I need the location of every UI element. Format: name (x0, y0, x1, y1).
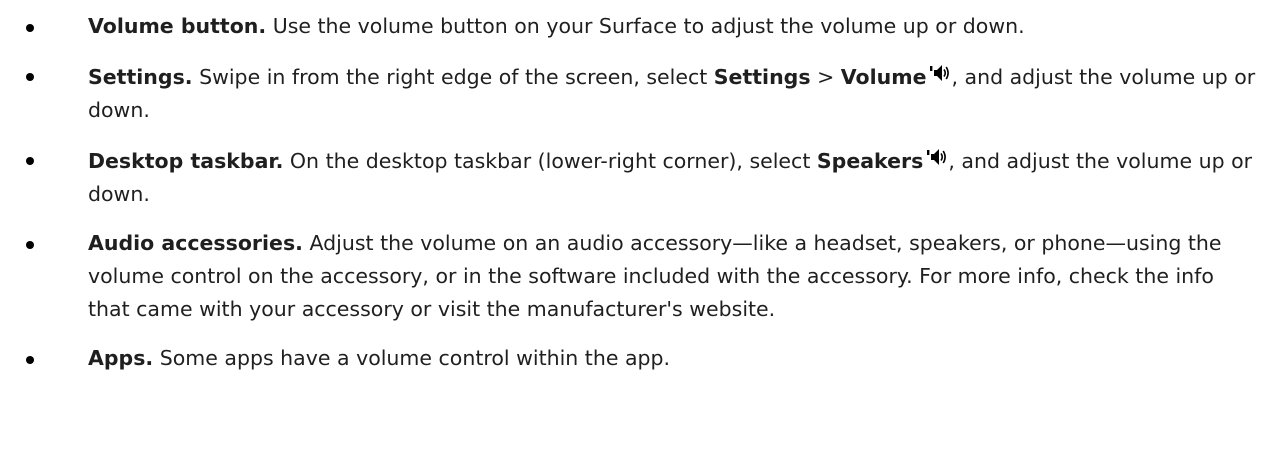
bullet (26, 73, 34, 81)
volume-options-list: Volume button. Use the volume button on … (0, 10, 1278, 391)
separator: > (810, 65, 841, 89)
item-description: Some apps have a volume control within t… (153, 346, 671, 370)
item-description: Swipe in from the right edge of the scre… (192, 65, 714, 89)
ui-term-volume: Volume (840, 65, 927, 89)
list-item-settings: Settings. Swipe in from the right edge o… (0, 59, 1278, 127)
term-label: Apps. (88, 346, 154, 370)
ui-term-settings: Settings (713, 65, 811, 89)
list-item-apps: Apps. Some apps have a volume control wi… (0, 342, 1278, 375)
bullet (26, 356, 34, 364)
term-label: Settings. (88, 65, 193, 89)
item-description: Use the volume button on your Surface to… (266, 14, 1025, 38)
term-label: Audio accessories. (88, 231, 303, 255)
speaker-volume-icon (930, 59, 950, 92)
document-page: Volume button. Use the volume button on … (0, 0, 1278, 459)
bullet (26, 241, 34, 249)
term-label: Desktop taskbar. (88, 149, 284, 173)
ui-term-speakers: Speakers (816, 149, 924, 173)
term-label: Volume button. (88, 14, 267, 38)
list-item-audio-accessories: Audio accessories. Adjust the volume on … (0, 227, 1278, 326)
bullet (26, 24, 34, 32)
item-description: On the desktop taskbar (lower-right corn… (283, 149, 817, 173)
list-item-desktop-taskbar: Desktop taskbar. On the desktop taskbar … (0, 143, 1278, 211)
speaker-volume-icon (927, 143, 947, 176)
list-item-volume-button: Volume button. Use the volume button on … (0, 10, 1278, 43)
bullet (26, 157, 34, 165)
